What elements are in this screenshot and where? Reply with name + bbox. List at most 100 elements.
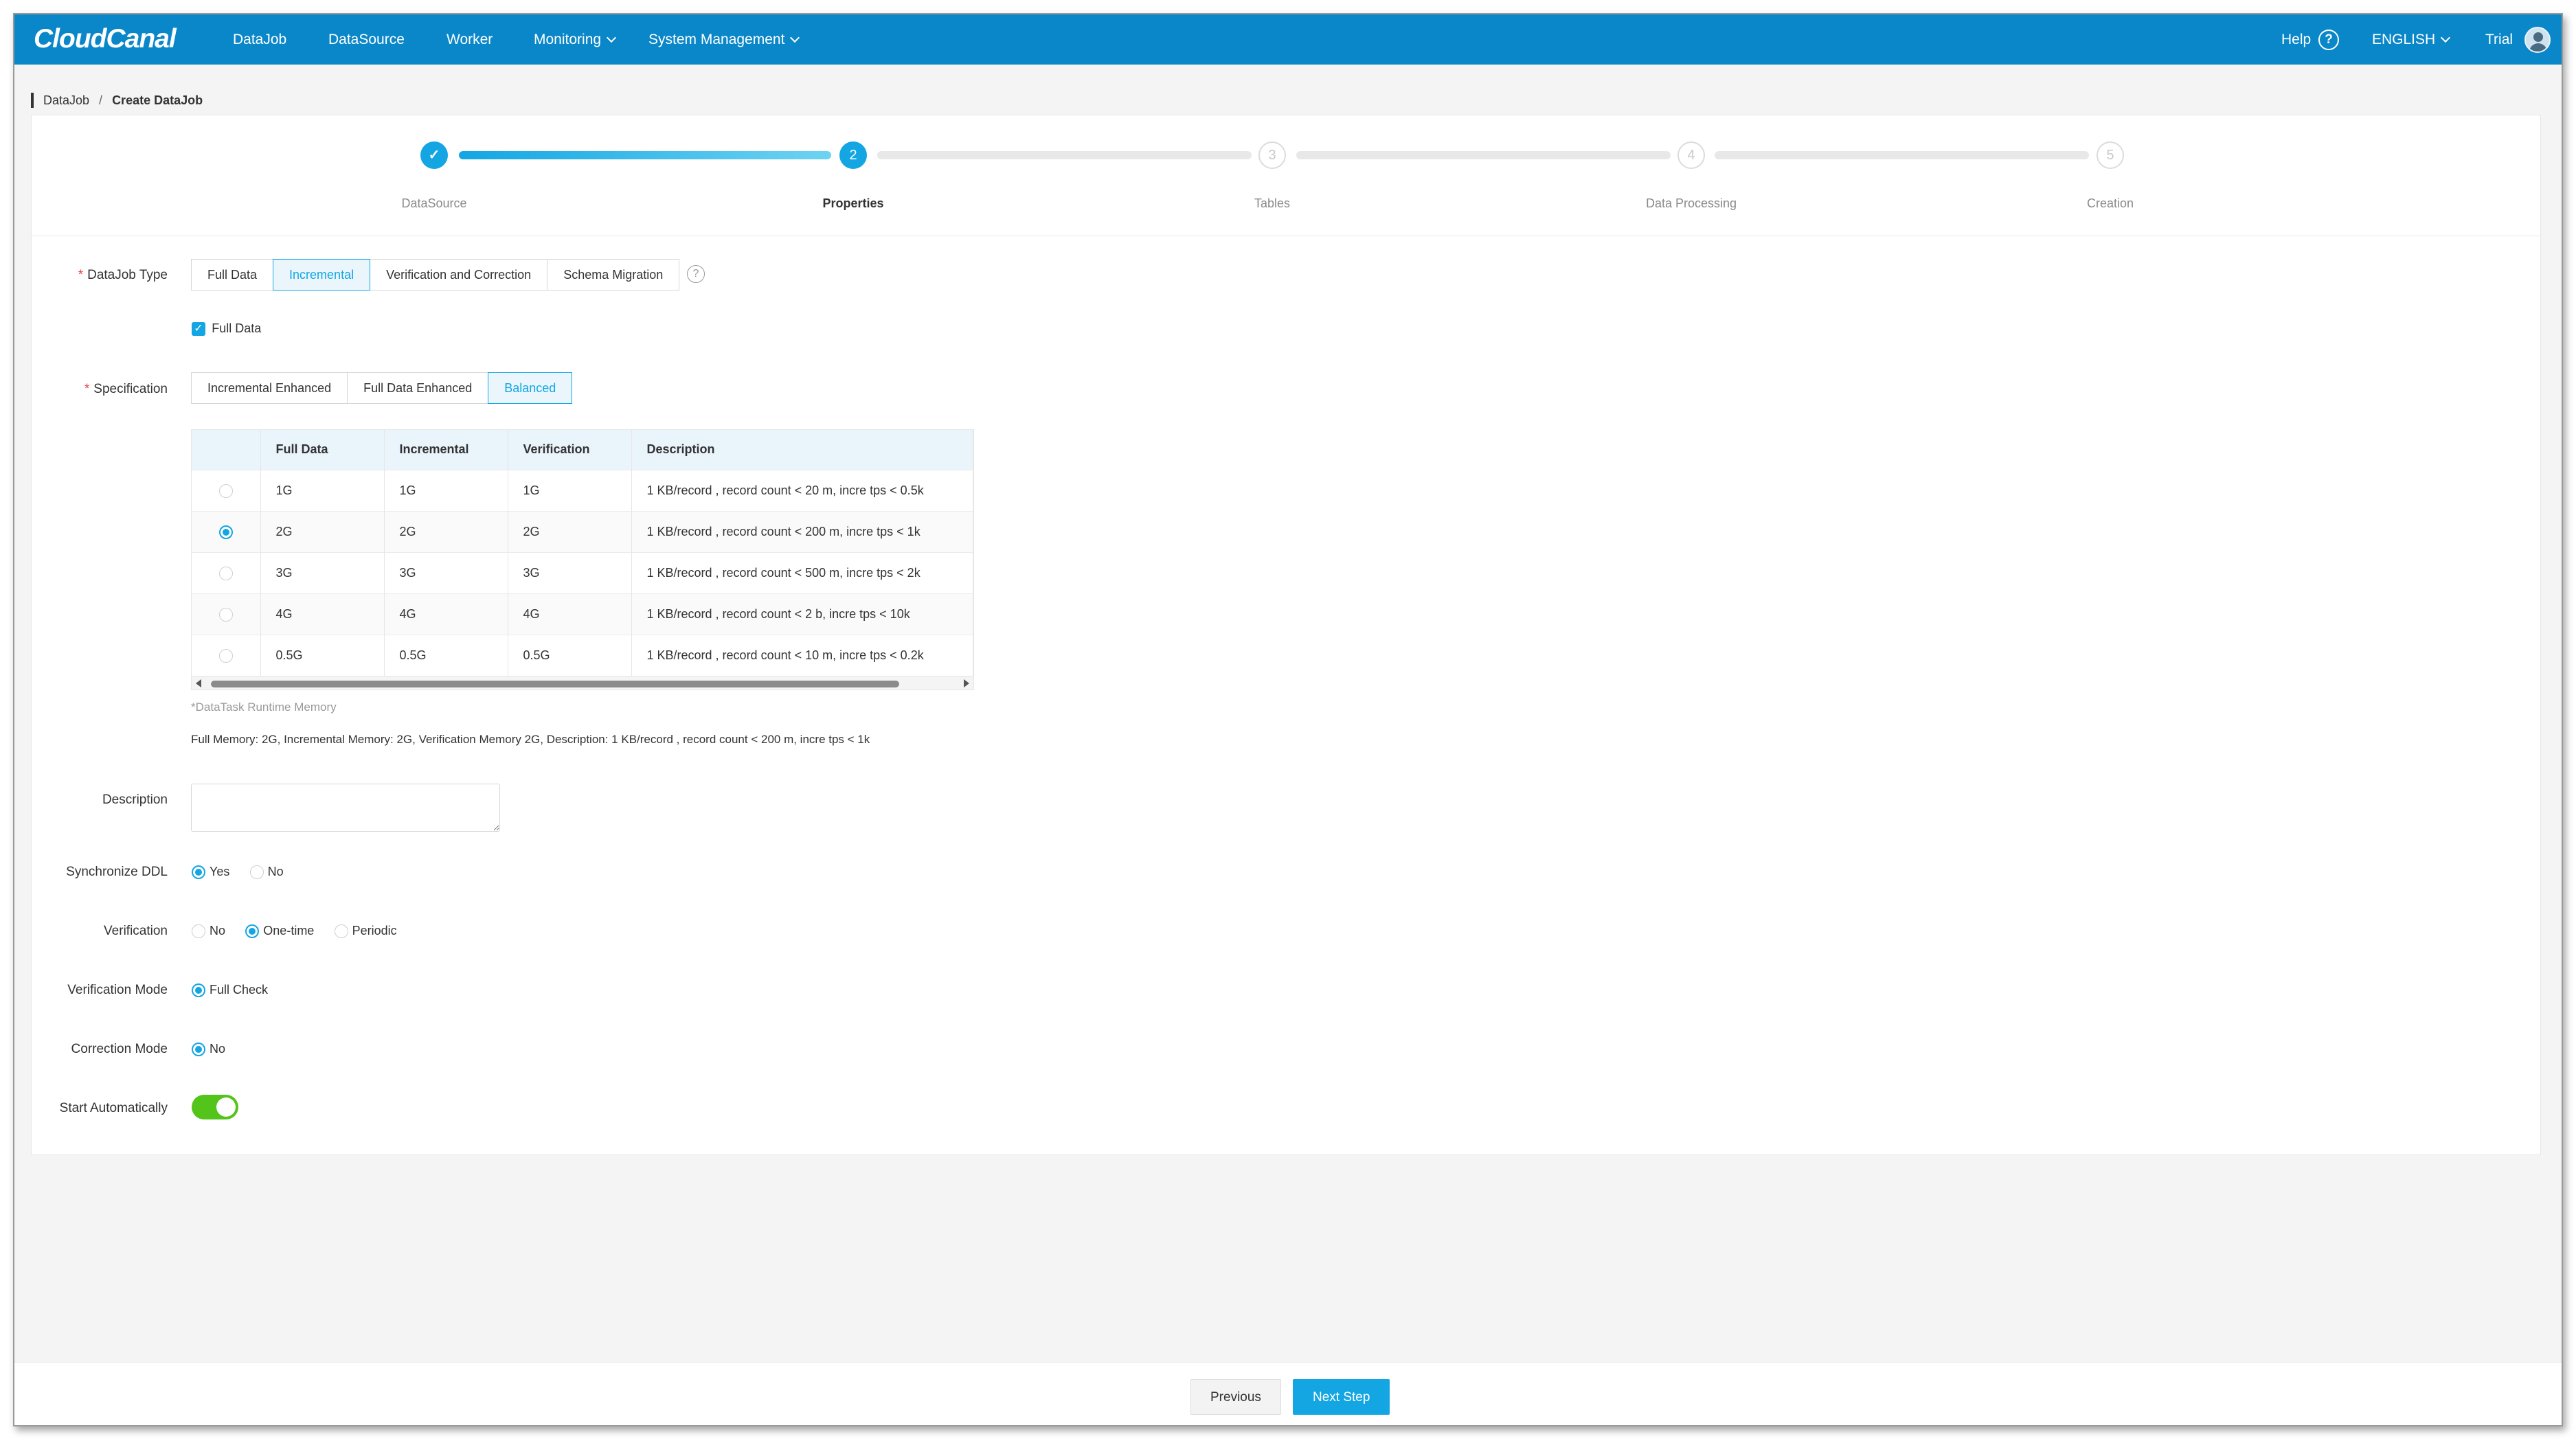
language-label: ENGLISH (2372, 32, 2436, 47)
correction-mode-no-label[interactable]: No (210, 1042, 225, 1056)
specification-label: * Specification (32, 382, 168, 397)
breadcrumb-parent[interactable]: DataJob (43, 93, 89, 108)
verification-mode-full-check-radio[interactable] (192, 983, 205, 997)
cell-full-data: 3G (260, 551, 385, 593)
info-icon[interactable]: ? (687, 265, 705, 283)
correction-mode-no-radio[interactable] (192, 1042, 205, 1056)
cell-description: 1 KB/record , record count < 200 m, incr… (631, 510, 973, 552)
row-radio-cell[interactable] (192, 634, 261, 676)
cell-full-data: 2G (260, 510, 385, 552)
chevron-down-icon (606, 32, 617, 43)
cell-verification: 2G (508, 510, 632, 552)
cell-incremental: 2G (384, 510, 508, 552)
cell-description: 1 KB/record , record count < 500 m, incr… (631, 551, 973, 593)
verification-periodic-label[interactable]: Periodic (352, 924, 397, 937)
verification-label: Verification (104, 924, 168, 938)
stepper: ✓ 2 3 4 5 DataSource Properties Tables D… (32, 115, 2540, 236)
datajob-type-selector: Full Data Incremental Verification and C… (191, 259, 680, 291)
top-nav: CloudCanal DataJob DataSource Worker Mon… (14, 14, 2562, 65)
table-row[interactable]: 0.5G 0.5G 0.5G 1 KB/record , record coun… (192, 634, 973, 676)
row-radio-cell[interactable] (192, 510, 261, 552)
radio-button-selected[interactable] (218, 525, 233, 539)
app-window: CloudCanal DataJob DataSource Worker Mon… (13, 13, 2563, 1426)
step-4-circle: 4 (1677, 141, 1705, 169)
col-select-header (192, 430, 261, 470)
step-5-label: Creation (2086, 196, 2134, 210)
radio-button[interactable] (218, 566, 233, 580)
col-incremental-header: Incremental (384, 430, 508, 470)
table-row[interactable]: 4G 4G 4G 1 KB/record , record count < 2 … (192, 593, 973, 635)
verification-no-radio[interactable] (192, 924, 205, 938)
cell-verification: 3G (508, 551, 632, 593)
sync-ddl-yes-label[interactable]: Yes (210, 865, 229, 878)
scroll-left-icon[interactable] (196, 679, 201, 687)
nav-system-management[interactable]: System Management (648, 14, 800, 65)
verification-mode-full-check-label[interactable]: Full Check (210, 983, 268, 997)
spec-full-data-enhanced[interactable]: Full Data Enhanced (347, 372, 489, 404)
nav-system-management-label: System Management (648, 32, 785, 47)
verification-one-time-label[interactable]: One-time (263, 924, 314, 937)
datajob-type-verification[interactable]: Verification and Correction (370, 259, 548, 291)
nav-monitoring[interactable]: Monitoring (534, 14, 617, 65)
start-automatically-toggle[interactable] (192, 1095, 238, 1119)
spec-incremental-enhanced[interactable]: Incremental Enhanced (191, 372, 348, 404)
step-connector-4 (1715, 151, 2089, 159)
avatar[interactable] (2524, 27, 2551, 53)
step-3-label: Tables (1254, 196, 1291, 210)
table-row[interactable]: 1G 1G 1G 1 KB/record , record count < 20… (192, 469, 973, 511)
radio-button[interactable] (218, 607, 233, 622)
cell-verification: 1G (508, 469, 632, 511)
sync-ddl-yes-radio[interactable] (192, 865, 205, 879)
help-icon[interactable]: ? (2318, 30, 2339, 50)
cell-incremental: 4G (384, 593, 508, 635)
description-input[interactable] (191, 784, 500, 832)
cell-incremental: 3G (384, 551, 508, 593)
sync-ddl-no-radio[interactable] (249, 865, 264, 879)
next-step-button[interactable]: Next Step (1293, 1379, 1390, 1415)
datajob-type-label: * DataJob Type (32, 268, 168, 283)
step-2-label: Properties (822, 196, 884, 210)
full-data-checkbox[interactable]: ✓ Full Data (192, 321, 278, 337)
row-radio-cell[interactable] (192, 551, 261, 593)
scroll-right-icon[interactable] (964, 679, 969, 687)
logo[interactable]: CloudCanal (34, 24, 177, 54)
previous-button[interactable]: Previous (1190, 1379, 1281, 1415)
table-row[interactable]: 2G 2G 2G 1 KB/record , record count < 20… (192, 510, 973, 552)
runtime-memory-note: *DataTask Runtime Memory (191, 701, 337, 714)
datajob-type-full-data[interactable]: Full Data (191, 259, 274, 291)
nav-datasource[interactable]: DataSource (328, 14, 405, 65)
radio-button[interactable] (218, 483, 233, 498)
spec-balanced[interactable]: Balanced (488, 372, 573, 404)
user-name[interactable]: Trial (2485, 14, 2513, 65)
sync-ddl-no-label[interactable]: No (268, 865, 284, 878)
scrollbar-thumb[interactable] (211, 681, 899, 687)
verification-periodic-radio[interactable] (334, 924, 348, 938)
help-link[interactable]: Help (2281, 14, 2311, 65)
row-radio-cell[interactable] (192, 593, 261, 635)
start-automatically-label: Start Automatically (59, 1101, 168, 1115)
cell-description: 1 KB/record , record count < 20 m, incre… (631, 469, 973, 511)
language-select[interactable]: ENGLISH (2372, 14, 2451, 65)
step-5-circle: 5 (2097, 141, 2124, 169)
horizontal-scrollbar[interactable] (192, 676, 973, 690)
radio-button[interactable] (218, 648, 233, 663)
step-connector-1 (459, 151, 831, 159)
datajob-type-schema-migration[interactable]: Schema Migration (547, 259, 680, 291)
breadcrumb-current: Create DataJob (112, 93, 203, 107)
step-connector-2 (877, 151, 1252, 159)
datajob-type-incremental[interactable]: Incremental (273, 259, 371, 291)
verification-one-time-radio[interactable] (245, 924, 260, 938)
spec-table: Full Data Incremental Verification Descr… (191, 429, 974, 690)
nav-datajob[interactable]: DataJob (233, 14, 286, 65)
row-radio-cell[interactable] (192, 469, 261, 511)
cell-description: 1 KB/record , record count < 2 b, incre … (631, 593, 973, 635)
step-1-check-icon: ✓ (420, 141, 448, 169)
table-row[interactable]: 3G 3G 3G 1 KB/record , record count < 50… (192, 551, 973, 593)
datajob-type-label-text: DataJob Type (87, 268, 168, 282)
nav-worker[interactable]: Worker (447, 14, 493, 65)
table-header-row: Full Data Incremental Verification Descr… (192, 430, 973, 470)
step-connector-3 (1296, 151, 1671, 159)
cell-verification: 4G (508, 593, 632, 635)
chevron-down-icon (2441, 32, 2451, 43)
verification-no-label[interactable]: No (210, 924, 225, 937)
